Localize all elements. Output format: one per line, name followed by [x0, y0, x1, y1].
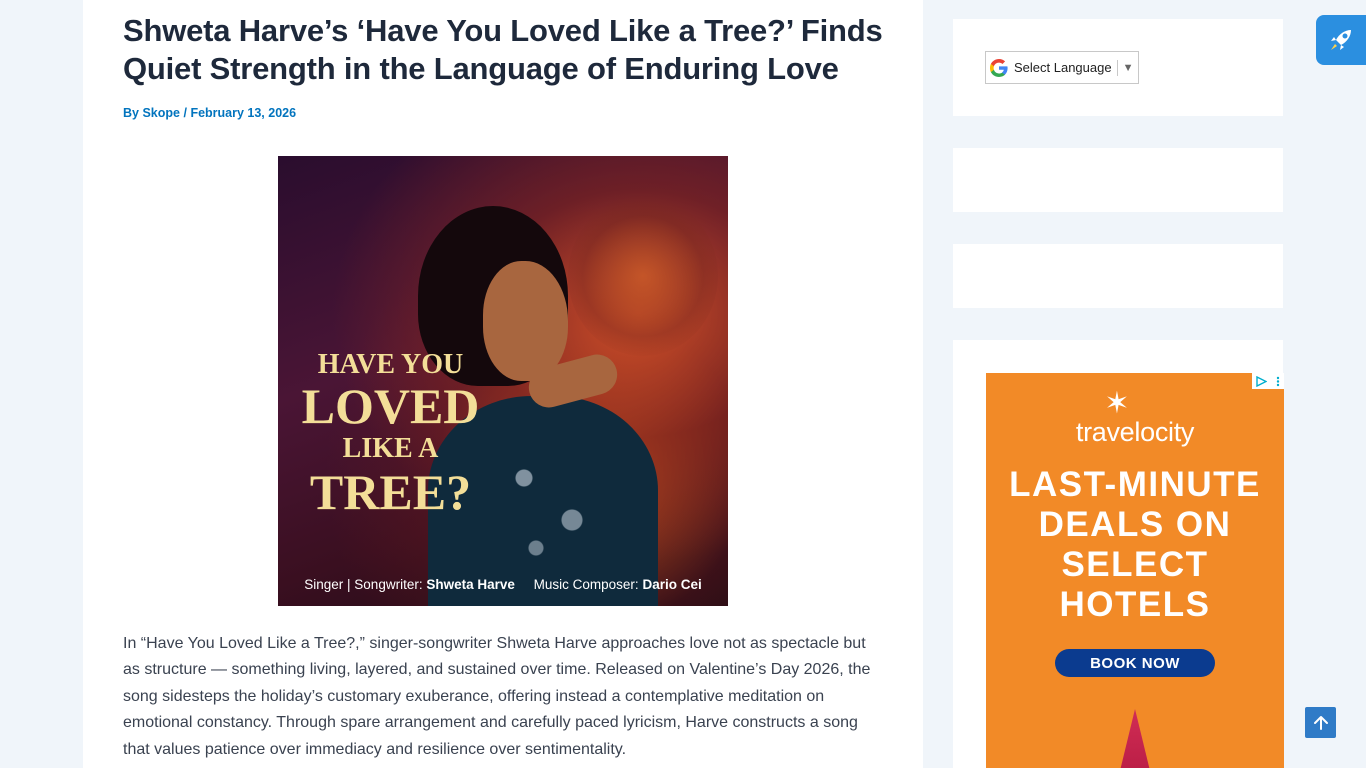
rocket-icon [1331, 30, 1351, 50]
meta-by: By [123, 106, 139, 120]
cover-title-line1: HAVE YOU [317, 349, 464, 380]
sidebar-widget-empty-2 [953, 244, 1283, 308]
travelocity-star-icon: ✶ [1104, 387, 1130, 420]
ad-cone-graphic [1118, 709, 1152, 768]
scroll-to-top-button[interactable] [1305, 707, 1336, 738]
article-meta: By Skope / February 13, 2026 [123, 106, 296, 120]
travelocity-logo: ✶ travelocity [986, 387, 1284, 448]
language-select-label: Select Language [1014, 60, 1112, 75]
author-link[interactable]: Skope [142, 106, 180, 120]
ad-brand: travelocity [1075, 417, 1195, 447]
sidebar-widget-empty-1 [953, 148, 1283, 212]
ad-headline-line4: HOTELS [1059, 585, 1211, 624]
credit-singer: Shweta Harve [426, 577, 515, 592]
google-g-icon [990, 58, 1008, 77]
article-body-paragraph: In “Have You Loved Like a Tree?,” singer… [123, 635, 871, 758]
credit-composer-label: Music Composer: [533, 577, 639, 592]
ad-headline-line2: DEALS ON [1038, 505, 1232, 544]
ad-headline-line3: SELECT [1061, 545, 1209, 584]
meta-separator: / [183, 106, 187, 120]
cover-title-line4: TREE? [309, 464, 472, 520]
ad-headline: LAST-MINUTE DEALS ON SELECT HOTELS [986, 465, 1284, 625]
rocket-button[interactable] [1316, 15, 1366, 65]
article-title: Shweta Harve’s ‘Have You Loved Like a Tr… [123, 13, 883, 86]
dropdown-arrow-icon: ▼ [1122, 61, 1134, 74]
arrow-up-icon [1313, 715, 1328, 730]
ad-headline-line1: LAST-MINUTE [1009, 465, 1261, 504]
post-date[interactable]: February 13, 2026 [190, 106, 296, 120]
cover-credits: Singer | Songwriter: Shweta Harve Music … [278, 577, 728, 592]
travelocity-ad[interactable]: ✶ travelocity LAST-MINUTE DEALS ON SELEC… [986, 373, 1284, 768]
credit-singer-label: Singer | Songwriter: [304, 577, 423, 592]
language-select-divider [1116, 59, 1118, 76]
adchoices-icon [1256, 375, 1268, 387]
featured-image: HAVE YOU LOVED LIKE A TREE? Singer | Son… [278, 156, 728, 606]
sidebar-widget-ad: ✶ travelocity LAST-MINUTE DEALS ON SELEC… [953, 340, 1284, 768]
cover-title: HAVE YOU LOVED LIKE A TREE? [278, 349, 503, 520]
cover-title-line3: LIKE A [342, 433, 439, 464]
article-container: Shweta Harve’s ‘Have You Loved Like a Tr… [83, 0, 923, 768]
cover-title-line2: LOVED [301, 378, 480, 434]
tree-face-glow [568, 196, 718, 356]
ad-menu-icon[interactable] [1276, 376, 1280, 387]
credit-composer: Dario Cei [642, 577, 702, 592]
language-select[interactable]: Select Language ▼ [985, 51, 1139, 84]
sidebar-widget-language: Select Language ▼ [953, 19, 1283, 116]
ad-choices[interactable] [1252, 373, 1284, 389]
book-now-button[interactable]: BOOK NOW [1055, 649, 1215, 677]
